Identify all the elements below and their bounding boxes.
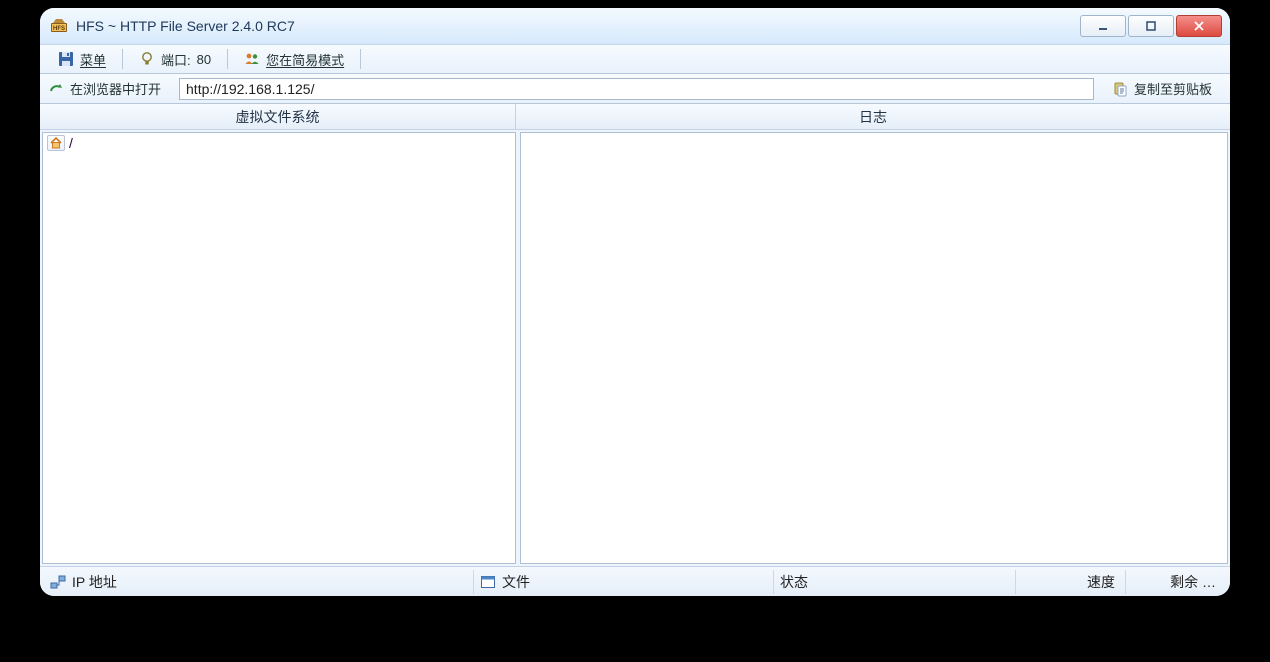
status-ip[interactable]: IP 地址	[44, 570, 474, 594]
vfs-header[interactable]: 虚拟文件系统	[40, 104, 516, 129]
log-header-label: 日志	[859, 107, 887, 127]
close-button[interactable]	[1176, 15, 1222, 37]
vfs-root-item[interactable]: /	[43, 133, 515, 153]
mode-button[interactable]: 您在简易模式	[234, 47, 354, 71]
statusbar: IP 地址 文件 状态 速度 剩余 …	[40, 566, 1230, 596]
status-state-label: 状态	[780, 572, 808, 592]
maximize-button[interactable]	[1128, 15, 1174, 37]
window-title: HFS ~ HTTP File Server 2.4.0 RC7	[76, 18, 1078, 34]
status-speed[interactable]: 速度	[1016, 570, 1126, 594]
separator	[122, 49, 123, 69]
separator	[360, 49, 361, 69]
copy-label: 复制至剪贴板	[1134, 79, 1212, 98]
url-input[interactable]	[179, 78, 1094, 100]
status-remaining-label: 剩余 …	[1170, 572, 1216, 592]
port-label: 端口:	[161, 50, 191, 69]
status-speed-label: 速度	[1087, 572, 1115, 592]
port-button[interactable]: 端口: 80	[129, 47, 221, 71]
svg-text:HFS: HFS	[53, 26, 65, 32]
clipboard-icon	[1112, 81, 1128, 97]
lightbulb-icon	[139, 51, 155, 67]
network-icon	[50, 574, 66, 590]
status-file[interactable]: 文件	[474, 570, 774, 594]
home-icon	[47, 135, 65, 151]
url-toolbar: 在浏览器中打开 复制至剪贴板	[40, 74, 1230, 104]
vfs-pane[interactable]: /	[42, 132, 516, 564]
vfs-root-label: /	[69, 135, 73, 151]
open-arrow-icon	[48, 81, 64, 97]
separator	[227, 49, 228, 69]
main-toolbar: 菜单 端口: 80 您在简易模式	[40, 44, 1230, 74]
menu-button[interactable]: 菜单	[48, 47, 116, 71]
app-icon: HFS	[50, 17, 68, 35]
status-ip-label: IP 地址	[72, 572, 117, 592]
open-in-browser-label: 在浏览器中打开	[70, 79, 161, 98]
disk-icon	[58, 51, 74, 67]
status-state[interactable]: 状态	[774, 570, 1016, 594]
window-controls	[1078, 15, 1222, 37]
copy-to-clipboard-button[interactable]: 复制至剪贴板	[1102, 77, 1222, 101]
status-remaining[interactable]: 剩余 …	[1126, 570, 1226, 594]
minimize-button[interactable]	[1080, 15, 1126, 37]
port-value: 80	[197, 52, 211, 67]
log-pane[interactable]	[520, 132, 1228, 564]
window-icon	[480, 574, 496, 590]
users-icon	[244, 51, 260, 67]
menu-label: 菜单	[80, 50, 106, 69]
log-header[interactable]: 日志	[516, 104, 1230, 129]
mode-label: 您在简易模式	[266, 50, 344, 69]
vfs-header-label: 虚拟文件系统	[236, 107, 320, 127]
app-window: HFS HFS ~ HTTP File Server 2.4.0 RC7	[40, 8, 1230, 596]
open-in-browser-button[interactable]: 在浏览器中打开	[48, 77, 171, 101]
panel-headers: 虚拟文件系统 日志	[40, 104, 1230, 130]
titlebar[interactable]: HFS HFS ~ HTTP File Server 2.4.0 RC7	[40, 8, 1230, 44]
status-file-label: 文件	[502, 572, 530, 592]
content-area: /	[40, 130, 1230, 566]
